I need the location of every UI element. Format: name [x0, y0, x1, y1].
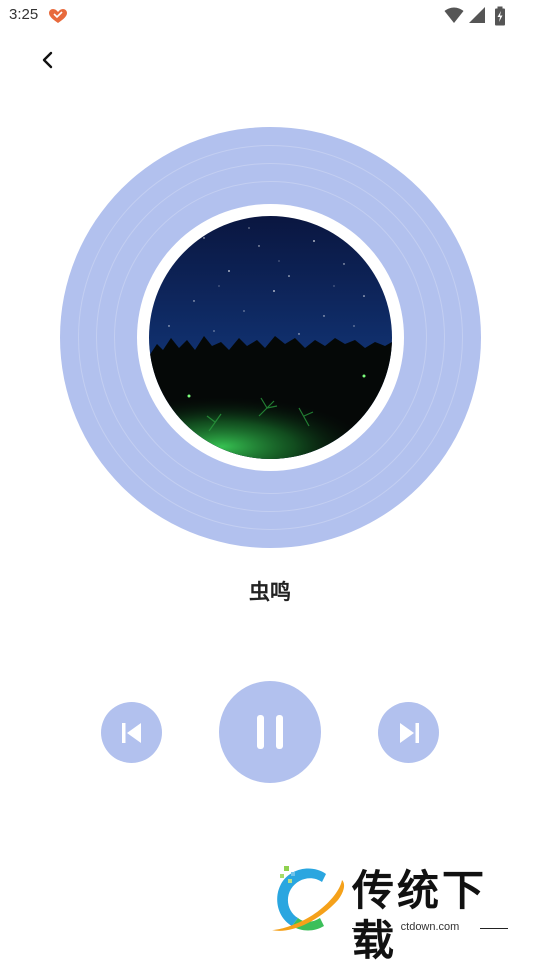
song-title: 虫鸣: [249, 580, 291, 604]
wifi-icon: [444, 7, 464, 23]
skip-next-icon: [399, 722, 419, 743]
divider: [352, 928, 380, 929]
status-time: 3:25: [9, 6, 39, 23]
cellular-signal-icon: [469, 7, 485, 23]
next-button[interactable]: [378, 702, 439, 763]
ctdown-logo-icon: [272, 866, 345, 931]
status-bar: 3:25: [0, 0, 540, 32]
battery-charging-icon: [495, 6, 505, 26]
skip-previous-icon: [121, 722, 141, 743]
watermark: 传统下载 ctdown.com: [268, 862, 518, 965]
vinyl-disc: [60, 127, 481, 548]
pause-icon: [257, 715, 283, 749]
watermark-url: ctdown.com: [400, 921, 460, 933]
previous-button[interactable]: [101, 702, 162, 763]
app-notification-icon: [48, 8, 68, 24]
watermark-name: 传统下载: [352, 866, 488, 965]
chevron-left-icon: [42, 51, 53, 69]
divider: [480, 928, 508, 929]
play-pause-button[interactable]: [219, 681, 321, 783]
album-art: [149, 216, 392, 459]
back-button[interactable]: [32, 44, 64, 76]
